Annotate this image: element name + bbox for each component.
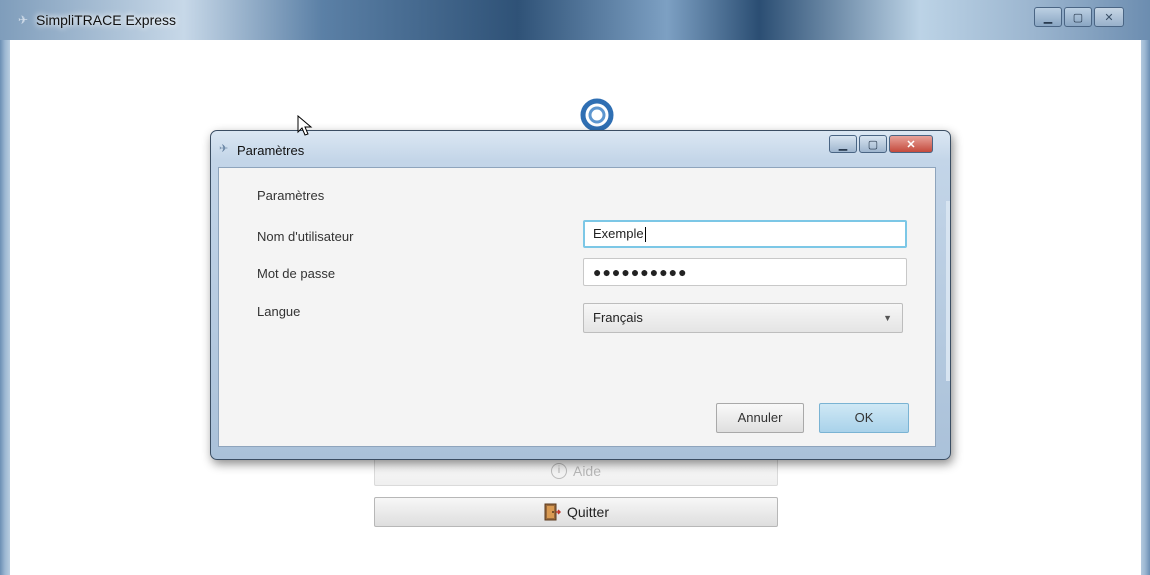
quit-label: Quitter: [566, 504, 609, 520]
minimize-button[interactable]: ▁: [1034, 7, 1062, 27]
help-label: Aide: [572, 463, 602, 479]
close-icon: ✕: [906, 138, 916, 151]
language-select[interactable]: Français ▼: [583, 303, 903, 333]
password-label: Mot de passe: [257, 266, 336, 281]
language-value: Français: [593, 310, 643, 325]
dialog-maximize-button[interactable]: ▢: [859, 135, 887, 153]
username-label: Nom d'utilisateur: [257, 229, 354, 244]
dialog-app-icon: ✈: [219, 143, 229, 155]
dialog-close-button[interactable]: ✕: [889, 135, 933, 153]
close-button[interactable]: ✕: [1094, 7, 1124, 27]
info-icon: i: [550, 463, 567, 479]
maximize-button[interactable]: ▢: [1064, 7, 1092, 27]
password-value: ●●●●●●●●●●: [593, 264, 688, 280]
maximize-icon: ▢: [1072, 11, 1084, 24]
dropdown-arrow-icon: ▼: [883, 313, 892, 323]
minimize-icon: ▁: [838, 138, 848, 151]
maximize-icon: ▢: [867, 138, 879, 151]
close-icon: ✕: [1104, 11, 1114, 24]
quit-button[interactable]: Quitter: [374, 497, 778, 527]
ok-button[interactable]: OK: [819, 403, 909, 433]
section-title: Paramètres: [257, 188, 325, 203]
text-caret: [644, 227, 646, 243]
cancel-button[interactable]: Annuler: [716, 403, 804, 433]
dialog-title: Paramètres: [237, 143, 305, 158]
mouse-cursor-icon: [297, 115, 313, 136]
dialog-body: Paramètres Nom d'utilisateur Exemple Mot…: [218, 167, 936, 447]
dialog-frame-edge: [946, 201, 950, 381]
username-input[interactable]: Exemple: [583, 220, 907, 248]
window-controls: ▁ ▢ ✕: [1032, 7, 1124, 27]
window-title: SimpliTRACE Express: [36, 12, 177, 28]
exit-door-icon: [544, 503, 561, 521]
username-value: Exemple: [593, 226, 644, 241]
language-label: Langue: [257, 304, 301, 319]
dialog-minimize-button[interactable]: ▁: [829, 135, 857, 153]
minimize-icon: ▁: [1043, 11, 1053, 24]
dialog-window-controls: ▁ ▢ ✕: [827, 135, 933, 155]
app-icon: ✈: [18, 13, 29, 27]
dialog-titlebar[interactable]: ✈ Paramètres ▁ ▢ ✕: [211, 131, 950, 167]
help-button[interactable]: i Aide: [374, 456, 778, 486]
password-input[interactable]: ●●●●●●●●●●: [583, 258, 907, 286]
main-titlebar[interactable]: ✈ SimpliTRACE Express ▁ ▢ ✕: [0, 0, 1150, 40]
settings-dialog: ✈ Paramètres ▁ ▢ ✕ Paramètres Nom d'util…: [210, 130, 951, 460]
